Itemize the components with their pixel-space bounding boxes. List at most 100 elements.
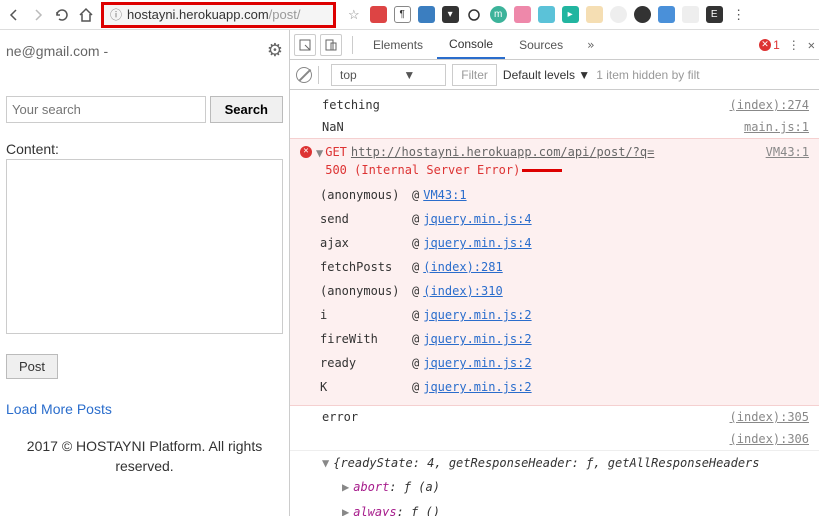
extension-icon[interactable]: m bbox=[490, 6, 507, 23]
trace-row: fireWith@jquery.min.js:2 bbox=[320, 327, 809, 351]
trace-link[interactable]: jquery.min.js:2 bbox=[423, 327, 531, 351]
trace-row: (anonymous)@VM43:1 bbox=[320, 183, 809, 207]
expand-caret-icon[interactable]: ▶ bbox=[342, 480, 349, 494]
extension-icon[interactable] bbox=[418, 6, 435, 23]
trace-row: (anonymous)@(index):310 bbox=[320, 279, 809, 303]
extension-icon[interactable] bbox=[538, 6, 555, 23]
log-row: fetching (index):274 bbox=[290, 94, 819, 116]
user-email: ne@gmail.com - bbox=[6, 43, 108, 59]
log-source-link[interactable]: (index):274 bbox=[730, 96, 809, 114]
browser-menu-icon[interactable]: ⋮ bbox=[730, 6, 748, 24]
filter-input[interactable]: Filter bbox=[452, 64, 497, 86]
error-count-badge[interactable]: ✕1 bbox=[759, 38, 780, 52]
expand-caret-icon[interactable]: ▶ bbox=[342, 505, 349, 516]
log-source-link[interactable]: (index):305 bbox=[730, 408, 809, 426]
trace-link[interactable]: (index):281 bbox=[423, 255, 502, 279]
log-source-link[interactable]: main.js:1 bbox=[744, 118, 809, 136]
extension-icon[interactable]: ▾ bbox=[442, 6, 459, 23]
trace-row: ajax@jquery.min.js:4 bbox=[320, 231, 809, 255]
extension-icon[interactable] bbox=[658, 6, 675, 23]
page-content: ne@gmail.com - ⚙ Search Content: Post Lo… bbox=[0, 30, 290, 516]
clear-console-icon[interactable] bbox=[296, 67, 312, 83]
load-more-link[interactable]: Load More Posts bbox=[6, 401, 283, 417]
trace-link[interactable]: jquery.min.js:2 bbox=[423, 303, 531, 327]
tab-elements[interactable]: Elements bbox=[361, 32, 435, 58]
devtools-tabs: Elements Console Sources » ✕1 ⋮ ✕ bbox=[290, 30, 819, 60]
log-message: NaN bbox=[322, 118, 744, 136]
extensions-bar: ¶ ▾ m ▸ E ⋮ bbox=[370, 6, 748, 24]
tab-sources[interactable]: Sources bbox=[507, 32, 575, 58]
object-log[interactable]: ▼{readyState: 4, getResponseHeader: ƒ, g… bbox=[290, 451, 819, 475]
extension-icon[interactable] bbox=[634, 6, 651, 23]
extension-icon[interactable] bbox=[370, 6, 387, 23]
extension-icon[interactable]: ▸ bbox=[562, 6, 579, 23]
log-levels-selector[interactable]: Default levels ▼ bbox=[503, 68, 590, 82]
extension-icon[interactable] bbox=[466, 6, 483, 23]
error-icon: ✕ bbox=[300, 146, 312, 158]
device-icon[interactable] bbox=[320, 34, 342, 56]
footer-text: 2017 © HOSTAYNI Platform. All rights res… bbox=[6, 437, 283, 476]
devtools-close-icon[interactable]: ✕ bbox=[808, 38, 815, 52]
post-button[interactable]: Post bbox=[6, 354, 58, 379]
log-message: error bbox=[322, 408, 730, 426]
inspect-icon[interactable] bbox=[294, 34, 316, 56]
error-url[interactable]: http://hostayni.herokuapp.com/api/post/?… bbox=[351, 145, 654, 159]
address-bar[interactable]: ⓘ hostayni.herokuapp.com/post/ bbox=[101, 2, 336, 28]
log-source-link[interactable]: VM43:1 bbox=[766, 143, 809, 161]
log-message: fetching bbox=[322, 96, 730, 114]
trace-link[interactable]: jquery.min.js:2 bbox=[423, 375, 531, 399]
expand-caret-icon[interactable]: ▼ bbox=[322, 456, 329, 470]
back-button[interactable] bbox=[5, 6, 23, 24]
stack-trace: (anonymous)@VM43:1 send@jquery.min.js:4 … bbox=[320, 183, 809, 399]
extension-icon[interactable] bbox=[514, 6, 531, 23]
log-row: error (index):305 bbox=[290, 406, 819, 428]
object-property[interactable]: ▶abort: ƒ (a) bbox=[290, 475, 819, 499]
gear-icon[interactable]: ⚙ bbox=[267, 40, 283, 61]
url-host: hostayni.herokuapp.com bbox=[127, 7, 269, 22]
trace-row: fetchPosts@(index):281 bbox=[320, 255, 809, 279]
object-property[interactable]: ▶always: ƒ () bbox=[290, 500, 819, 516]
extension-icon[interactable] bbox=[586, 6, 603, 23]
search-input[interactable] bbox=[6, 96, 206, 123]
content-label: Content: bbox=[6, 141, 283, 157]
extension-icon[interactable]: ¶ bbox=[394, 6, 411, 23]
content-textarea[interactable] bbox=[6, 159, 283, 334]
trace-link[interactable]: jquery.min.js:4 bbox=[423, 207, 531, 231]
collapse-caret-icon[interactable]: ▼ bbox=[316, 144, 323, 162]
extension-icon[interactable]: E bbox=[706, 6, 723, 23]
tab-console[interactable]: Console bbox=[437, 31, 505, 59]
devtools-menu-icon[interactable]: ⋮ bbox=[788, 38, 800, 52]
trace-row: send@jquery.min.js:4 bbox=[320, 207, 809, 231]
trace-link[interactable]: VM43:1 bbox=[423, 183, 466, 207]
log-source-link[interactable]: (index):306 bbox=[730, 430, 809, 448]
home-button[interactable] bbox=[77, 6, 95, 24]
log-row: (index):306 bbox=[290, 428, 819, 451]
trace-row: ready@jquery.min.js:2 bbox=[320, 351, 809, 375]
context-selector[interactable]: top ▼ bbox=[331, 64, 446, 86]
hidden-items-text: 1 item hidden by filt bbox=[596, 68, 699, 82]
log-row: NaN main.js:1 bbox=[290, 116, 819, 138]
url-path: /post/ bbox=[269, 7, 301, 22]
forward-button[interactable] bbox=[29, 6, 47, 24]
info-icon: ⓘ bbox=[110, 6, 122, 23]
extension-icon[interactable] bbox=[610, 6, 627, 23]
annotation-underline bbox=[522, 169, 562, 172]
error-status: 500 (Internal Server Error) bbox=[325, 163, 520, 177]
devtools-panel: Elements Console Sources » ✕1 ⋮ ✕ top ▼ … bbox=[290, 30, 819, 516]
browser-toolbar: ⓘ hostayni.herokuapp.com/post/ ☆ ¶ ▾ m ▸… bbox=[0, 0, 819, 30]
reload-button[interactable] bbox=[53, 6, 71, 24]
search-button[interactable]: Search bbox=[210, 96, 283, 123]
console-toolbar: top ▼ Filter Default levels ▼ 1 item hid… bbox=[290, 60, 819, 90]
tabs-more-icon[interactable]: » bbox=[577, 32, 604, 58]
trace-row: i@jquery.min.js:2 bbox=[320, 303, 809, 327]
trace-row: K@jquery.min.js:2 bbox=[320, 375, 809, 399]
error-block: ✕ ▼ GET http://hostayni.herokuapp.com/api… bbox=[290, 138, 819, 406]
trace-link[interactable]: jquery.min.js:2 bbox=[423, 351, 531, 375]
bookmark-star-icon[interactable]: ☆ bbox=[348, 7, 360, 23]
http-method: GET bbox=[325, 145, 347, 159]
trace-link[interactable]: jquery.min.js:4 bbox=[423, 231, 531, 255]
console-output: fetching (index):274 NaN main.js:1 ✕ ▼ G… bbox=[290, 90, 819, 516]
trace-link[interactable]: (index):310 bbox=[423, 279, 502, 303]
log-message bbox=[322, 430, 730, 448]
extension-icon[interactable] bbox=[682, 6, 699, 23]
